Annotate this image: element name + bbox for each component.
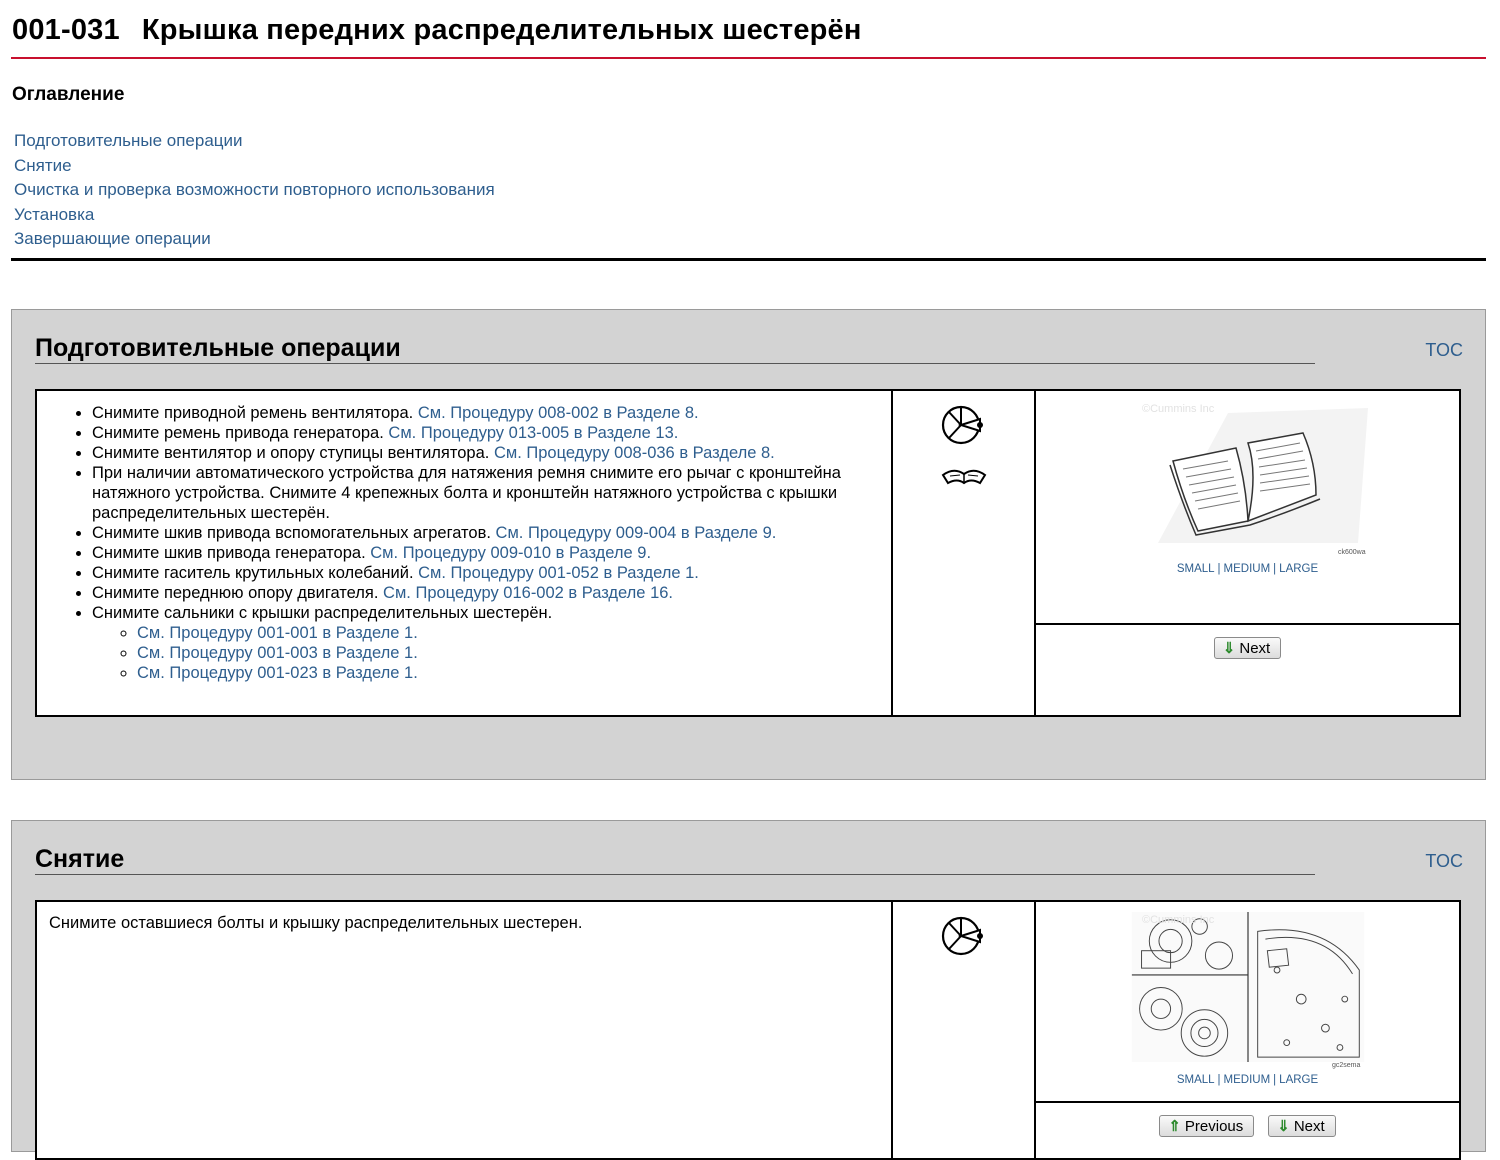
toc-link-cleaning-inspection[interactable]: Очистка и проверка возможности повторног… [14, 180, 495, 199]
step-text: Снимите оставшиеся болты и крышку распре… [49, 914, 583, 932]
procedure-link[interactable]: См. Процедуру 009-004 в Разделе 9. [496, 524, 777, 542]
procedure-link[interactable]: См. Процедуру 008-002 в Разделе 8. [418, 404, 699, 422]
doc-title: Крышка передних распределительных шестер… [141, 14, 862, 46]
figure-watermark: ©Cummins Inc [1142, 914, 1215, 926]
procedure-link[interactable]: См. Процедуру 013-005 в Разделе 13. [388, 424, 678, 442]
sub-list: См. Процедуру 001-001 в Разделе 1. См. П… [92, 623, 881, 683]
list-item: Снимите приводной ремень вентилятора. См… [92, 403, 881, 423]
size-small-link[interactable]: SMALL [1177, 1074, 1215, 1086]
gear-cover-illustration[interactable] [1128, 912, 1368, 1062]
section-title-underline [35, 874, 1315, 875]
navigation-cell: ⇑ Previous ⇓ Next [1036, 1103, 1459, 1158]
wrench-icon [941, 916, 983, 956]
step-table: Снимите оставшиеся болты и крышку распре… [35, 900, 1461, 1160]
doc-number: 001-031 [12, 14, 120, 46]
list-item: См. Процедуру 001-001 в Разделе 1. [137, 623, 881, 643]
step-table: Снимите приводной ремень вентилятора. См… [35, 389, 1461, 717]
wrench-icon [941, 405, 983, 445]
list-item: Снимите сальники с крышки распределитель… [92, 603, 881, 683]
manual-illustration[interactable] [1128, 403, 1368, 553]
list-item: Снимите шкив привода вспомогательных агр… [92, 523, 881, 543]
illustration-column: ©Cummins Inc gc2sema SMALL | MEDIUM | LARGE … [1036, 902, 1459, 1158]
list-item: При наличии автоматического устройства д… [92, 463, 881, 523]
title-divider [11, 57, 1486, 59]
list-item: См. Процедуру 001-023 в Разделе 1. [137, 663, 881, 683]
section-preparatory: Подготовительные операции TOC Снимите пр… [11, 309, 1486, 780]
arrow-down-icon: ⇓ [1277, 1118, 1290, 1135]
section-title: Снятие [35, 845, 125, 873]
toc-heading: Оглавление [12, 84, 125, 105]
section-title: Подготовительные операции [35, 334, 401, 362]
list-item: Снимите переднюю опору двигателя. См. Пр… [92, 583, 881, 603]
toc-list: Подготовительные операции Снятие Очистка… [14, 129, 495, 252]
procedure-link[interactable]: См. Процедуру 009-010 в Разделе 9. [370, 544, 651, 562]
procedure-link[interactable]: См. Процедуру 001-052 в Разделе 1. [418, 564, 699, 582]
illustration-cell: ©Cummins Inc gc2sema SMALL | MEDIUM | LARGE [1036, 902, 1459, 1103]
illustration-column: ©Cummins Inc ck600wa SMALL | MEDIUM | LARGE … [1036, 391, 1459, 715]
previous-button[interactable]: ⇑ Previous [1159, 1115, 1255, 1137]
size-medium-link[interactable]: MEDIUM [1224, 563, 1271, 575]
instructions-column: Снимите оставшиеся болты и крышку распре… [37, 902, 893, 1158]
procedure-link[interactable]: См. Процедуру 001-001 в Разделе 1. [137, 624, 418, 642]
figure-watermark: ©Cummins Inc [1142, 403, 1215, 415]
image-size-links: SMALL | MEDIUM | LARGE [1176, 1074, 1319, 1086]
procedure-link[interactable]: См. Процедуру 008-036 в Разделе 8. [494, 444, 775, 462]
steps-list: Снимите приводной ремень вентилятора. См… [37, 403, 881, 683]
toc-link-removal[interactable]: Снятие [14, 156, 72, 175]
tools-column [893, 902, 1036, 1158]
toc-divider [11, 258, 1486, 261]
procedure-link[interactable]: См. Процедуру 001-003 в Разделе 1. [137, 644, 418, 662]
tools-column [893, 391, 1036, 715]
toc-link-installation[interactable]: Установка [14, 205, 94, 224]
instructions-column: Снимите приводной ремень вентилятора. См… [37, 391, 893, 715]
size-medium-link[interactable]: MEDIUM [1224, 1074, 1271, 1086]
next-button[interactable]: ⇓ Next [1213, 637, 1282, 659]
list-item: Снимите ремень привода генератора. См. П… [92, 423, 881, 443]
toc-link-finishing[interactable]: Завершающие операции [14, 229, 211, 248]
procedure-link[interactable]: См. Процедуру 001-023 в Разделе 1. [137, 664, 418, 682]
toc-link-preparatory[interactable]: Подготовительные операции [14, 131, 243, 150]
illustration-cell: ©Cummins Inc ck600wa SMALL | MEDIUM | LARGE [1036, 391, 1459, 625]
page-title: 001-031 Крышка передних распределительных… [12, 14, 862, 47]
list-item: Снимите гаситель крутильных колебаний. С… [92, 563, 881, 583]
section-removal: Снятие TOC Снимите оставшиеся болты и кр… [11, 820, 1486, 1160]
navigation-cell: ⇓ Next [1036, 625, 1459, 715]
arrow-down-icon: ⇓ [1222, 640, 1236, 657]
arrow-up-icon: ⇑ [1168, 1118, 1181, 1135]
figure-code: ck600wa [1338, 549, 1366, 556]
list-item: Снимите шкив привода генератора. См. Про… [92, 543, 881, 563]
section-title-underline [35, 363, 1315, 364]
size-large-link[interactable]: LARGE [1279, 1074, 1318, 1086]
list-item: См. Процедуру 001-003 в Разделе 1. [137, 643, 881, 663]
size-large-link[interactable]: LARGE [1279, 563, 1318, 575]
size-small-link[interactable]: SMALL [1177, 563, 1215, 575]
figure-code: gc2sema [1332, 1062, 1361, 1069]
toc-back-link[interactable]: TOC [1425, 340, 1463, 361]
procedure-link[interactable]: См. Процедуру 016-002 в Разделе 16. [383, 584, 673, 602]
toc-back-link[interactable]: TOC [1425, 851, 1463, 872]
list-item: Снимите вентилятор и опору ступицы венти… [92, 443, 881, 463]
image-size-links: SMALL | MEDIUM | LARGE [1176, 563, 1319, 575]
next-button[interactable]: ⇓ Next [1268, 1115, 1336, 1137]
manual-icon [941, 469, 986, 485]
